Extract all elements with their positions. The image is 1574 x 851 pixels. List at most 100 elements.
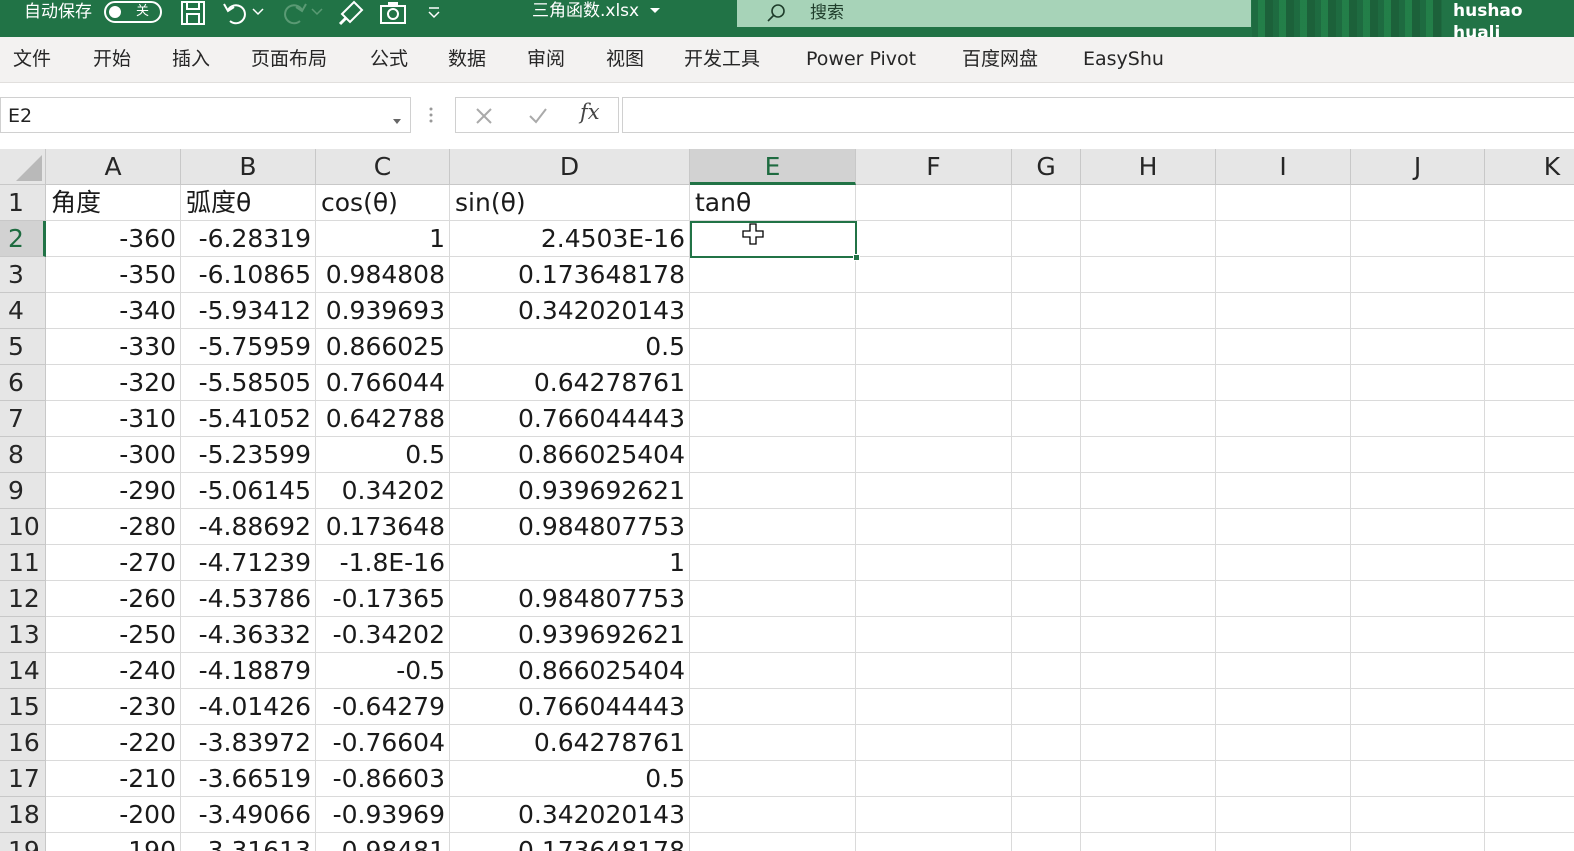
cell-f1[interactable] xyxy=(856,185,1012,221)
cell-e15[interactable] xyxy=(690,689,856,725)
cell-h1[interactable] xyxy=(1081,185,1216,221)
row-header-9[interactable]: 9 xyxy=(0,473,46,509)
cell-d14[interactable]: 0.866025404 xyxy=(450,653,690,689)
column-header-i[interactable]: I xyxy=(1216,149,1351,185)
cell-g19[interactable] xyxy=(1012,833,1081,851)
cell-a11[interactable]: -270 xyxy=(46,545,181,581)
cell-a4[interactable]: -340 xyxy=(46,293,181,329)
cell-e16[interactable] xyxy=(690,725,856,761)
cell-a14[interactable]: -240 xyxy=(46,653,181,689)
cell-b13[interactable]: -4.36332 xyxy=(181,617,316,653)
cell-a1[interactable]: 角度 xyxy=(46,185,181,221)
cell-e18[interactable] xyxy=(690,797,856,833)
cell-d10[interactable]: 0.984807753 xyxy=(450,509,690,545)
format-painter-icon[interactable] xyxy=(336,0,366,26)
cell-i5[interactable] xyxy=(1216,329,1351,365)
formula-input[interactable] xyxy=(622,97,1574,133)
cell-b17[interactable]: -3.66519 xyxy=(181,761,316,797)
cell-b8[interactable]: -5.23599 xyxy=(181,437,316,473)
cell-f16[interactable] xyxy=(856,725,1012,761)
cell-e9[interactable] xyxy=(690,473,856,509)
cell-i8[interactable] xyxy=(1216,437,1351,473)
cell-g12[interactable] xyxy=(1012,581,1081,617)
cell-g13[interactable] xyxy=(1012,617,1081,653)
cell-f7[interactable] xyxy=(856,401,1012,437)
column-header-h[interactable]: H xyxy=(1081,149,1216,185)
cell-a17[interactable]: -210 xyxy=(46,761,181,797)
cell-b12[interactable]: -4.53786 xyxy=(181,581,316,617)
cell-d19[interactable]: 0.173648178 xyxy=(450,833,690,851)
cell-g14[interactable] xyxy=(1012,653,1081,689)
cell-h19[interactable] xyxy=(1081,833,1216,851)
cell-h6[interactable] xyxy=(1081,365,1216,401)
tab-easyshu[interactable]: EasyShu xyxy=(1083,47,1164,71)
cell-d15[interactable]: 0.766044443 xyxy=(450,689,690,725)
cell-j8[interactable] xyxy=(1351,437,1485,473)
cell-a15[interactable]: -230 xyxy=(46,689,181,725)
cell-e6[interactable] xyxy=(690,365,856,401)
cell-f5[interactable] xyxy=(856,329,1012,365)
tab-data[interactable]: 数据 xyxy=(448,47,486,71)
cell-a13[interactable]: -250 xyxy=(46,617,181,653)
row-header-16[interactable]: 16 xyxy=(0,725,46,761)
cell-b10[interactable]: -4.88692 xyxy=(181,509,316,545)
cell-d13[interactable]: 0.939692621 xyxy=(450,617,690,653)
cell-f12[interactable] xyxy=(856,581,1012,617)
cell-b9[interactable]: -5.06145 xyxy=(181,473,316,509)
cell-c13[interactable]: -0.34202 xyxy=(316,617,450,653)
row-header-14[interactable]: 14 xyxy=(0,653,46,689)
tab-page-layout[interactable]: 页面布局 xyxy=(251,47,327,71)
cell-c17[interactable]: -0.86603 xyxy=(316,761,450,797)
tab-insert[interactable]: 插入 xyxy=(172,47,210,71)
cell-d2[interactable]: 2.4503E-16 xyxy=(450,221,690,257)
cell-a9[interactable]: -290 xyxy=(46,473,181,509)
undo-icon[interactable] xyxy=(220,0,250,26)
cell-c12[interactable]: -0.17365 xyxy=(316,581,450,617)
column-header-g[interactable]: G xyxy=(1012,149,1081,185)
cell-j14[interactable] xyxy=(1351,653,1485,689)
cell-g2[interactable] xyxy=(1012,221,1081,257)
cell-d6[interactable]: 0.64278761 xyxy=(450,365,690,401)
cell-h14[interactable] xyxy=(1081,653,1216,689)
tab-baidu-netdisk[interactable]: 百度网盘 xyxy=(962,47,1038,71)
column-header-c[interactable]: C xyxy=(316,149,450,185)
redo-icon[interactable] xyxy=(280,0,310,26)
cell-h10[interactable] xyxy=(1081,509,1216,545)
cell-e10[interactable] xyxy=(690,509,856,545)
insert-function-button[interactable]: fx xyxy=(580,100,600,124)
cell-i17[interactable] xyxy=(1216,761,1351,797)
cell-k18[interactable] xyxy=(1485,797,1574,833)
cell-f3[interactable] xyxy=(856,257,1012,293)
cell-f15[interactable] xyxy=(856,689,1012,725)
cell-k7[interactable] xyxy=(1485,401,1574,437)
cell-d1[interactable]: sin(θ) xyxy=(450,185,690,221)
tab-view[interactable]: 视图 xyxy=(606,47,644,71)
cell-i10[interactable] xyxy=(1216,509,1351,545)
document-title[interactable]: 三角函数.xlsx xyxy=(532,0,639,24)
cell-j5[interactable] xyxy=(1351,329,1485,365)
tab-developer[interactable]: 开发工具 xyxy=(684,47,760,71)
cell-j12[interactable] xyxy=(1351,581,1485,617)
cell-k3[interactable] xyxy=(1485,257,1574,293)
cancel-icon[interactable] xyxy=(472,104,496,128)
cell-g8[interactable] xyxy=(1012,437,1081,473)
cell-b4[interactable]: -5.93412 xyxy=(181,293,316,329)
select-all-corner[interactable] xyxy=(0,149,46,185)
cell-a10[interactable]: -280 xyxy=(46,509,181,545)
cell-f6[interactable] xyxy=(856,365,1012,401)
camera-icon[interactable] xyxy=(378,0,408,26)
cell-j10[interactable] xyxy=(1351,509,1485,545)
cell-e11[interactable] xyxy=(690,545,856,581)
column-header-k[interactable]: K xyxy=(1485,149,1574,185)
cell-g7[interactable] xyxy=(1012,401,1081,437)
cell-i6[interactable] xyxy=(1216,365,1351,401)
cell-g5[interactable] xyxy=(1012,329,1081,365)
cell-b1[interactable]: 弧度θ xyxy=(181,185,316,221)
cell-i12[interactable] xyxy=(1216,581,1351,617)
row-header-13[interactable]: 13 xyxy=(0,617,46,653)
row-header-5[interactable]: 5 xyxy=(0,329,46,365)
cell-a6[interactable]: -320 xyxy=(46,365,181,401)
cell-g1[interactable] xyxy=(1012,185,1081,221)
cell-e12[interactable] xyxy=(690,581,856,617)
cell-i13[interactable] xyxy=(1216,617,1351,653)
